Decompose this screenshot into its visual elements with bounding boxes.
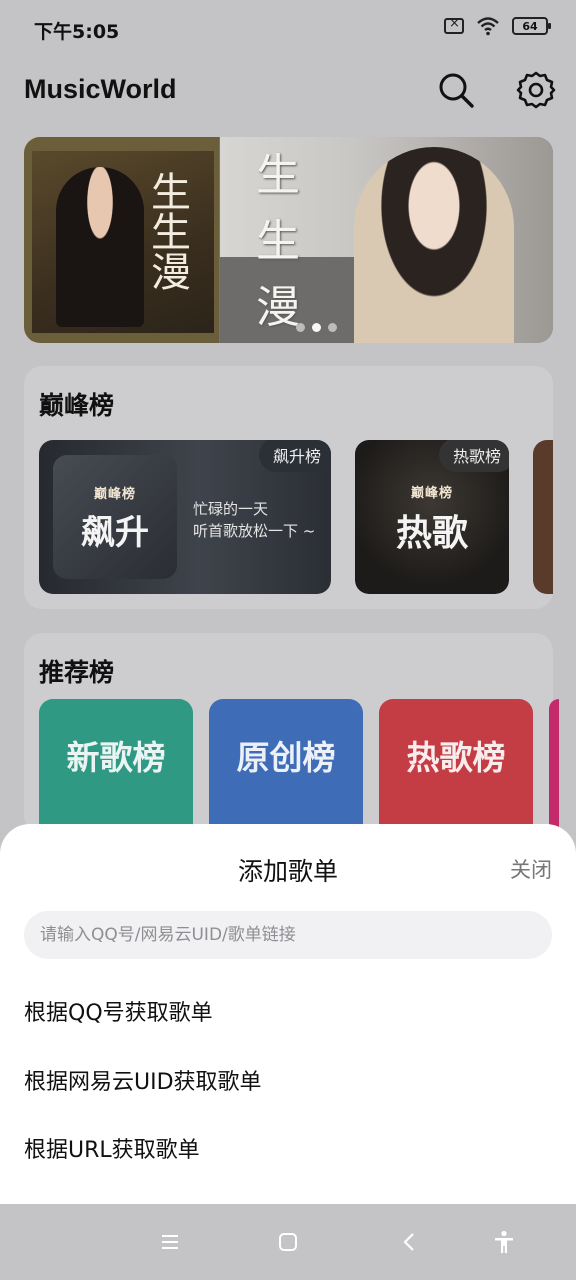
home-icon[interactable] <box>276 1230 300 1254</box>
back-icon[interactable] <box>398 1230 422 1254</box>
soaring-cover: 巅峰榜 飙升 <box>53 455 177 579</box>
soaring-badge: 飙升榜 <box>258 440 331 472</box>
cover-calligraphy: 生生漫 <box>144 171 190 291</box>
recommended-charts-card: 推荐榜 新歌榜 原创榜 热歌榜 <box>24 633 559 849</box>
status-time: 下午5:05 <box>34 21 120 43</box>
gear-icon[interactable] <box>514 68 558 112</box>
hot-badge: 热歌榜 <box>438 440 509 472</box>
wifi-icon <box>477 17 499 36</box>
sheet-title: 添加歌单 <box>237 857 338 886</box>
banner-char: 漫 <box>256 282 300 333</box>
soaring-slogan: 忙碌的一天 听首歌放松一下 ~ <box>193 498 315 542</box>
option-by-netease-uid[interactable]: 根据网易云UID获取歌单 <box>24 1064 262 1096</box>
album-cover: 生生漫 <box>32 151 214 333</box>
slogan-line: 听首歌放松一下 ~ <box>193 522 316 540</box>
system-nav-bar <box>0 1204 576 1280</box>
accessibility-icon[interactable] <box>492 1230 516 1254</box>
menu-icon[interactable] <box>158 1230 182 1254</box>
cover-logo: 巅峰榜 <box>410 486 453 501</box>
add-playlist-sheet: 添加歌单 关闭 根据QQ号获取歌单 根据网易云UID获取歌单 根据URL获取歌单 <box>0 824 576 1204</box>
carousel-dot[interactable] <box>296 323 305 332</box>
cover-portrait <box>56 167 144 327</box>
tile-label: 原创榜 <box>236 738 336 777</box>
status-icons: 64 <box>444 16 551 36</box>
app-title: MusicWorld <box>24 74 177 104</box>
carousel-dot[interactable] <box>328 323 337 332</box>
status-bar: 下午5:05 64 <box>0 0 576 56</box>
cover-logo: 巅峰榜 <box>93 487 136 502</box>
option-by-url[interactable]: 根据URL获取歌单 <box>24 1132 200 1164</box>
option-by-qq[interactable]: 根据QQ号获取歌单 <box>24 995 213 1027</box>
app-screen: 下午5:05 64 MusicWorld 生生漫 <box>0 0 576 1280</box>
carousel-dot-active[interactable] <box>312 323 321 332</box>
playlist-id-input[interactable] <box>24 911 552 959</box>
recommended-charts-title: 推荐榜 <box>39 658 115 687</box>
next-chart-item[interactable] <box>533 440 553 594</box>
banner-chars: 生 生 漫 <box>256 143 300 341</box>
peak-charts-title: 巅峰榜 <box>39 391 115 420</box>
banner-portrait <box>354 147 514 343</box>
no-sim-icon <box>444 16 464 34</box>
banner-char: 生 <box>256 150 300 201</box>
close-button[interactable]: 关闭 <box>510 854 552 884</box>
slogan-line: 忙碌的一天 <box>193 500 269 518</box>
cover-big-text: 热歌 <box>395 513 468 554</box>
peak-charts-card: 巅峰榜 巅峰榜 飙升 忙碌的一天 听首歌放松一下 ~ 飙升榜 巅峰榜 热歌 热歌… <box>24 366 553 609</box>
carousel-dots <box>296 323 337 332</box>
hot-chart-item[interactable]: 巅峰榜 热歌 热歌榜 <box>355 440 509 594</box>
search-icon[interactable] <box>434 68 478 112</box>
soaring-chart-item[interactable]: 巅峰榜 飙升 忙碌的一天 听首歌放松一下 ~ 飙升榜 <box>39 440 331 594</box>
banner-char: 生 <box>256 216 300 267</box>
cover-big-text: 飙升 <box>81 513 149 553</box>
banner-carousel[interactable]: 生生漫 生 生 漫 <box>24 137 553 343</box>
tile-label: 热歌榜 <box>406 738 506 777</box>
tile-label: 新歌榜 <box>66 738 166 777</box>
battery-icon: 64 <box>512 17 551 35</box>
